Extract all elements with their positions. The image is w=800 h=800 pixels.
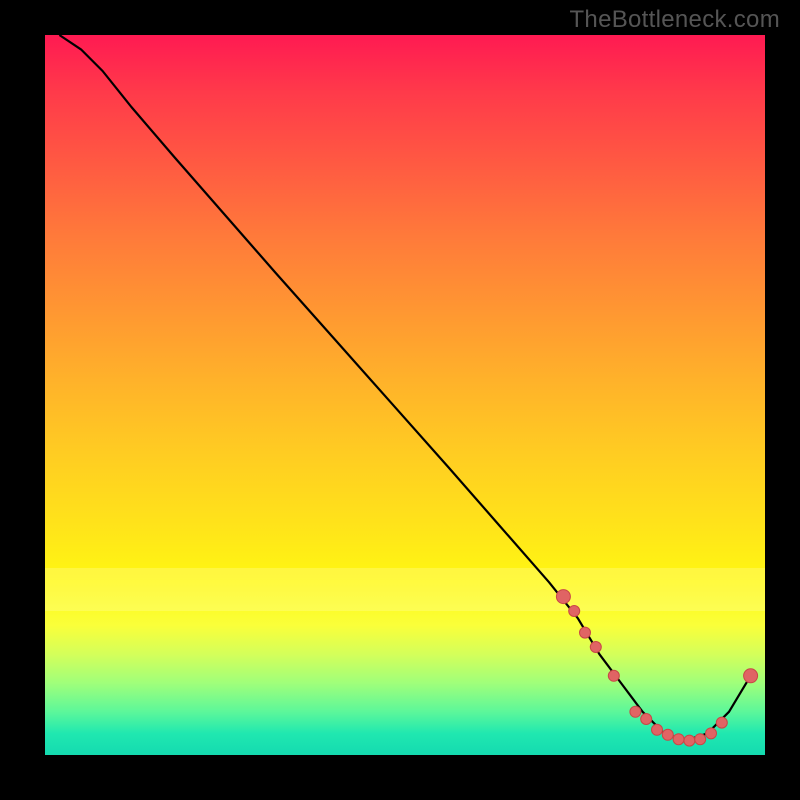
watermark-text: TheBottleneck.com: [569, 6, 780, 34]
highlight-point: [684, 735, 695, 746]
highlight-point: [716, 717, 727, 728]
highlight-point: [695, 734, 706, 745]
highlight-point: [590, 642, 601, 653]
highlight-point: [673, 734, 684, 745]
highlight-point: [608, 670, 619, 681]
chart-container: TheBottleneck.com: [0, 0, 800, 800]
bottleneck-curve-line: [59, 35, 750, 741]
highlight-point: [652, 724, 663, 735]
highlight-point: [556, 590, 570, 604]
highlight-point: [744, 669, 758, 683]
curve-svg: [45, 35, 765, 755]
highlight-points-group: [556, 590, 757, 747]
highlight-point: [580, 627, 591, 638]
highlight-point: [569, 606, 580, 617]
highlight-point: [641, 714, 652, 725]
highlight-point: [706, 728, 717, 739]
plot-area: [45, 35, 765, 755]
highlight-point: [662, 729, 673, 740]
highlight-point: [630, 706, 641, 717]
